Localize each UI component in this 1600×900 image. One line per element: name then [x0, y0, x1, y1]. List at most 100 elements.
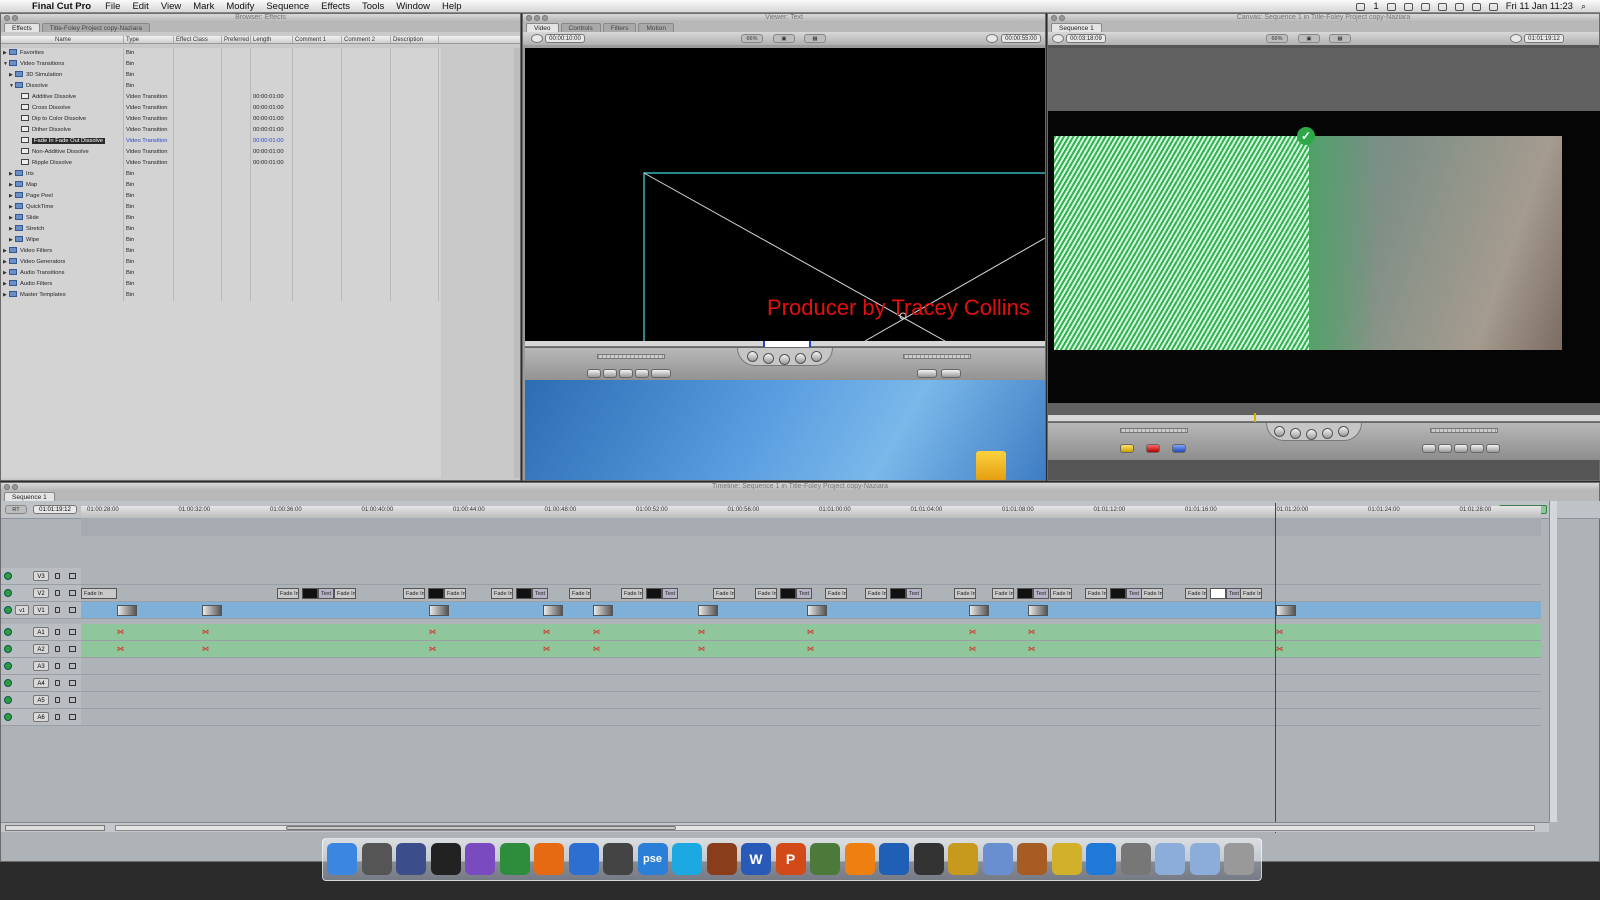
- bin-row[interactable]: ▶ Audio Transitions Bin: [1, 268, 441, 279]
- bin-row[interactable]: ▶ Favorites Bin: [1, 48, 441, 59]
- audio-edit-point-icon[interactable]: ⋈: [117, 627, 124, 638]
- track-visibility-icon[interactable]: [4, 606, 12, 614]
- audio-edit-point-icon[interactable]: ⋈: [543, 627, 550, 638]
- pse-icon[interactable]: pse: [637, 843, 668, 875]
- livetype-icon[interactable]: [396, 843, 426, 875]
- canvas-view-popup[interactable]: ▣: [1298, 34, 1320, 43]
- col-length[interactable]: Length: [251, 36, 293, 43]
- track-visibility-icon[interactable]: [4, 713, 12, 721]
- track-label[interactable]: V1: [33, 605, 49, 615]
- text-clip[interactable]: Text: [662, 588, 678, 599]
- canvas-scrubber[interactable]: [1048, 413, 1600, 422]
- time-machine-icon[interactable]: [1420, 2, 1430, 11]
- audio-edit-point-icon[interactable]: ⋈: [969, 644, 976, 655]
- audio-edit-point-icon[interactable]: ⋈: [543, 644, 550, 655]
- close-icon[interactable]: [4, 15, 10, 21]
- video-clip-thumbnail[interactable]: [543, 605, 563, 616]
- text-clip[interactable]: Text: [796, 588, 812, 599]
- sync-icon[interactable]: [1403, 2, 1413, 11]
- menu-tools[interactable]: Tools: [356, 1, 390, 12]
- canvas-duration-timecode[interactable]: 00:03:18:09: [1066, 34, 1106, 43]
- timeline-titlebar[interactable]: Timeline: Sequence 1 in Title-Foley Proj…: [1, 483, 1599, 491]
- trash-icon[interactable]: [1224, 843, 1254, 875]
- spotlight-icon[interactable]: ⌕: [1581, 1, 1586, 12]
- pineapple-icon[interactable]: [948, 843, 978, 875]
- video-clip-thumbnail[interactable]: [698, 605, 718, 616]
- track-lane[interactable]: ⋈ ⋈ ⋈ ⋈ ⋈ ⋈ ⋈ ⋈ ⋈ ⋈: [81, 624, 1541, 641]
- text-clip-thumbnail[interactable]: [890, 588, 906, 599]
- play-in-to-out-icon[interactable]: [747, 351, 758, 362]
- film-icon[interactable]: [430, 843, 461, 875]
- cyberduck-icon[interactable]: [879, 843, 909, 875]
- fade-in-transition[interactable]: Fade In: [1240, 588, 1262, 599]
- add-marker-icon[interactable]: [635, 369, 649, 378]
- radiation-icon[interactable]: [1051, 843, 1082, 875]
- close-icon[interactable]: [4, 484, 10, 490]
- auto-select-icon[interactable]: [69, 573, 76, 579]
- bin-row[interactable]: ▶ Iris Bin: [1, 169, 441, 180]
- auto-select-icon[interactable]: [69, 697, 76, 703]
- track-label[interactable]: V2: [33, 588, 49, 598]
- script-menu-icon[interactable]: [1356, 2, 1366, 11]
- audio-edit-point-icon[interactable]: ⋈: [593, 627, 600, 638]
- text-clip-thumbnail[interactable]: [1210, 588, 1226, 599]
- x-icon[interactable]: [603, 843, 633, 875]
- timeline-horizontal-scrollbar[interactable]: [115, 825, 1535, 831]
- browser-titlebar[interactable]: Browser: Effects: [1, 14, 520, 22]
- track-visibility-icon[interactable]: [4, 679, 12, 687]
- menu-help[interactable]: Help: [436, 1, 468, 12]
- auto-select-icon[interactable]: [69, 680, 76, 686]
- match-frame-icon[interactable]: [1486, 444, 1500, 453]
- fade-in-transition[interactable]: Fade In: [992, 588, 1014, 599]
- itunes-icon[interactable]: [982, 843, 1013, 875]
- text-clip-thumbnail[interactable]: [1017, 588, 1033, 599]
- match-frame-icon[interactable]: [651, 369, 671, 378]
- effect-row[interactable]: Ripple Dissolve Video Transition 00:00:01:…: [1, 158, 441, 169]
- video-clip-thumbnail[interactable]: [117, 605, 137, 616]
- tab-sequence-1[interactable]: Sequence 1: [1051, 23, 1102, 32]
- text-clip-thumbnail[interactable]: [1110, 588, 1126, 599]
- app-menu[interactable]: Final Cut Pro: [26, 1, 99, 12]
- audio-edit-point-icon[interactable]: ⋈: [117, 644, 124, 655]
- previous-edit-icon[interactable]: [763, 353, 774, 364]
- bin-row[interactable]: ▶ Master Templates Bin: [1, 290, 441, 301]
- effect-row[interactable]: Cross Dissolve Video Transition 00:00:01:0…: [1, 103, 441, 114]
- track-height-controls[interactable]: [5, 825, 105, 831]
- col-comment-1[interactable]: Comment 1: [293, 36, 342, 43]
- viewer-loop-icon[interactable]: [986, 34, 998, 43]
- text-clip-thumbnail[interactable]: [780, 588, 796, 599]
- menu-edit[interactable]: Edit: [126, 1, 154, 12]
- audio-edit-point-icon[interactable]: ⋈: [807, 627, 814, 638]
- canvas-playhead[interactable]: [1254, 413, 1256, 422]
- football-icon[interactable]: [706, 843, 737, 875]
- fade-in-transition[interactable]: Fade In: [81, 588, 117, 599]
- bin-row[interactable]: ▶ QuickTime Bin: [1, 202, 441, 213]
- previous-edit-icon[interactable]: [1290, 428, 1301, 439]
- track-label[interactable]: A4: [33, 678, 49, 688]
- video-clip-thumbnail[interactable]: [1028, 605, 1048, 616]
- vlc-icon[interactable]: [844, 843, 875, 875]
- auto-select-icon[interactable]: [69, 663, 76, 669]
- lock-icon[interactable]: [55, 590, 60, 596]
- track-visibility-icon[interactable]: [4, 662, 12, 670]
- powerpoint-icon[interactable]: P: [775, 843, 806, 875]
- browser-scrollbar[interactable]: [514, 48, 520, 478]
- play-in-to-out-icon[interactable]: [1274, 426, 1285, 437]
- menubar-clock[interactable]: Fri 11 Jan 11:23: [1506, 1, 1573, 12]
- bin-row[interactable]: ▶ Slide Bin: [1, 213, 441, 224]
- menu-sequence[interactable]: Sequence: [260, 1, 315, 12]
- track-lane[interactable]: [81, 692, 1541, 709]
- text-clip[interactable]: Text: [532, 588, 548, 599]
- bin-row[interactable]: ▶ Video Generators Bin: [1, 257, 441, 268]
- lock-icon[interactable]: [55, 629, 60, 635]
- audio-edit-point-icon[interactable]: ⋈: [593, 644, 600, 655]
- tab-project[interactable]: Title-Foley Project copy-Naziara: [41, 23, 150, 32]
- firefox-icon[interactable]: [534, 843, 564, 875]
- viewer-video-area[interactable]: Producer by Tracey Collins: [525, 48, 1045, 341]
- play-icon[interactable]: [1306, 429, 1317, 440]
- tab-video[interactable]: Video: [526, 23, 559, 32]
- play-around-icon[interactable]: [1338, 426, 1349, 437]
- audio-edit-point-icon[interactable]: ⋈: [429, 644, 436, 655]
- track-visibility-icon[interactable]: [4, 628, 12, 636]
- menu-window[interactable]: Window: [390, 1, 436, 12]
